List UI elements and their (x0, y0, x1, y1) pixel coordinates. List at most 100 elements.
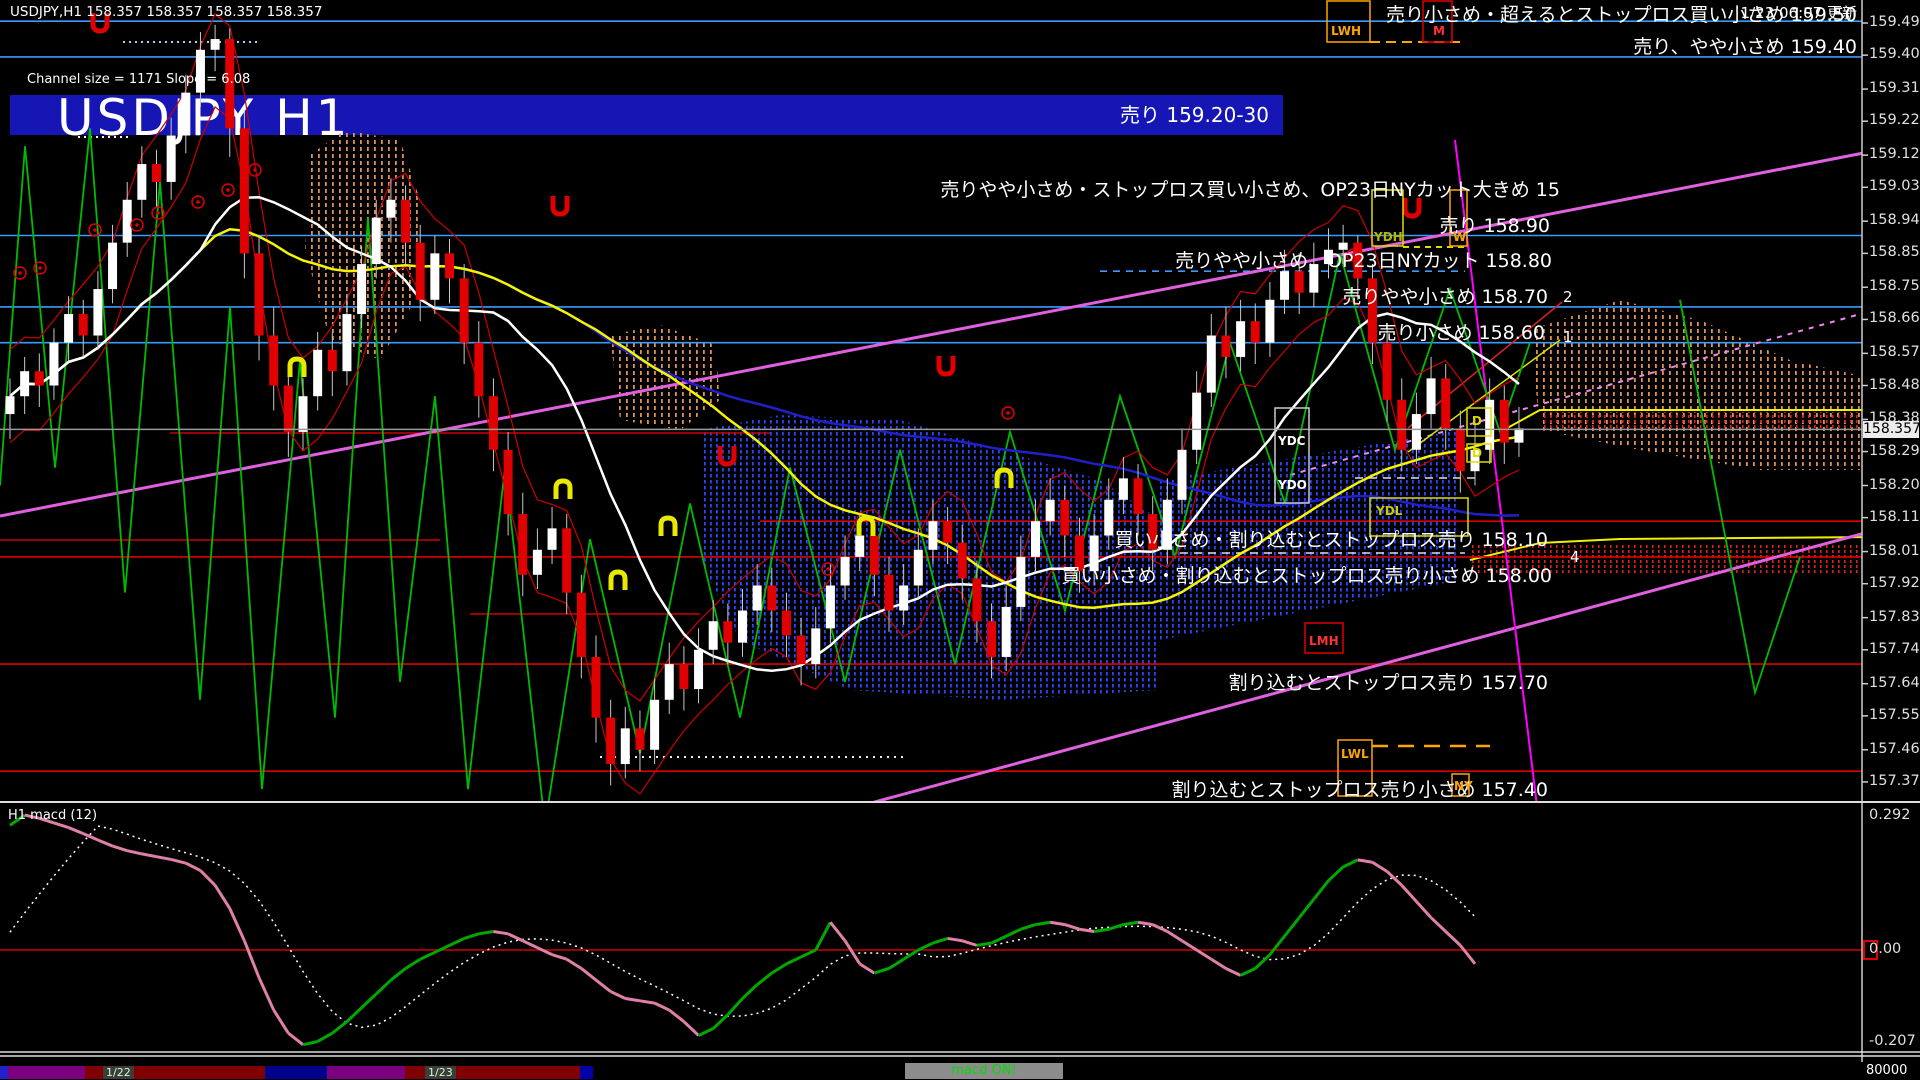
candle-body (1046, 500, 1055, 521)
macd-line-segment (1255, 955, 1270, 969)
macd-line-segment (157, 857, 172, 860)
price-axis-label: 159.220 (1869, 112, 1920, 128)
macd-line-segment (1153, 925, 1168, 932)
chart-object-label: YDL (1376, 504, 1402, 518)
candle-body (1500, 400, 1509, 443)
mt4-chart-window: USDJPY H1 売り 159.20-30 USDJPY,H1 158.357… (0, 0, 1920, 1080)
macd-line-segment (625, 999, 640, 1001)
price-annotation: 売りやや小さめ、OP23日NYカット 158.80 (1175, 246, 1552, 273)
chart-object-label: YDH (1374, 230, 1403, 244)
candle-body (181, 93, 190, 136)
macd-line-segment (435, 945, 450, 952)
candle-body (401, 200, 410, 243)
candle-body (606, 718, 615, 764)
candle-body (1427, 378, 1436, 414)
macd-line-segment (1109, 925, 1124, 930)
channel-info-label: Channel size = 1171 Slope = 6.08 (27, 72, 250, 87)
macd-line-segment (1431, 918, 1446, 932)
candle-body (592, 657, 601, 718)
ichimoku-cloud (1530, 300, 1880, 470)
candle-body (767, 586, 776, 611)
macd-line-segment (215, 885, 230, 908)
ohlc-readout: USDJPY,H1 158.357 158.357 158.357 158.35… (10, 4, 322, 20)
price-annotation: 売り、やや小さめ 159.40 (1633, 32, 1857, 59)
macd-toggle-button[interactable]: macd ON! (905, 1063, 1063, 1079)
macd-line-segment (537, 948, 552, 955)
candle-body (518, 514, 527, 575)
candle-body (1251, 321, 1260, 342)
price-axis-label: 159.035 (1869, 178, 1920, 194)
macd-line-segment (230, 908, 245, 940)
candle-body (782, 611, 791, 636)
macd-line-segment (830, 922, 845, 940)
macd-line-segment (1446, 932, 1461, 946)
chart-object-label: YDO (1278, 478, 1307, 492)
candle-body (855, 536, 864, 557)
macd-line-segment (523, 941, 538, 948)
macd-line-segment (420, 952, 435, 959)
candle-body (152, 164, 161, 182)
macd-line-segment (977, 943, 992, 945)
macd-line-segment (98, 840, 113, 846)
macd-line-segment (1167, 932, 1182, 941)
price-axis-label: 158.295 (1869, 443, 1920, 459)
macd-line-segment (1182, 941, 1197, 950)
price-axis-label: 159.495 (1869, 14, 1920, 30)
candle-body (211, 39, 220, 50)
candle-body (1119, 478, 1128, 499)
candle-body (1412, 414, 1421, 450)
candle-body (665, 664, 674, 700)
sell-dot-marker-center (18, 271, 22, 275)
sell-dot-marker-center (826, 567, 830, 571)
macd-line-segment (611, 992, 626, 999)
sell-dot-marker-center (93, 228, 97, 232)
price-axis-label: 159.125 (1869, 146, 1920, 162)
price-annotation: 買い小さめ・割り込むとストップロス売り小さめ 158.00 (1061, 561, 1552, 588)
macd-line-segment (1460, 945, 1475, 963)
macd-line-segment (713, 1015, 728, 1029)
sell-dot-marker-center (253, 168, 257, 172)
macd-line-segment (1138, 922, 1153, 924)
macd-line-segment (918, 943, 933, 950)
candle-body (533, 550, 542, 575)
macd-line-segment (303, 1041, 318, 1044)
candle-body (1221, 336, 1230, 357)
macd-line-segment (200, 871, 215, 886)
candle-body (1178, 450, 1187, 500)
channel-number-label: 4 (1570, 548, 1580, 566)
candle-body (20, 371, 29, 396)
macd-line-segment (992, 936, 1007, 943)
timeline-segment (580, 1066, 593, 1079)
candle-body (1060, 500, 1069, 536)
price-annotation: 買い小さめ・割り込むとストップロス売り 158.10 (1114, 525, 1548, 552)
candle-body (1002, 607, 1011, 657)
macd-line-segment (581, 968, 596, 980)
candle-body (723, 621, 732, 642)
macd-line-segment (874, 968, 889, 973)
macd-line-segment (743, 985, 758, 999)
candle-body (167, 136, 176, 182)
macd-line-segment (464, 934, 479, 939)
candle-body (1295, 271, 1304, 292)
candle-body (709, 621, 718, 650)
macd-line-segment (845, 941, 860, 964)
chart-object-label: YDC (1278, 434, 1305, 448)
macd-line-segment (684, 1022, 699, 1036)
candle-body (342, 314, 351, 371)
macd-line-segment (332, 1022, 347, 1034)
candle-body (679, 664, 688, 689)
candle-body (504, 450, 513, 514)
macd-line-segment (1241, 968, 1256, 975)
candle-body (284, 386, 293, 432)
candle-body (460, 278, 469, 342)
candle-body (870, 536, 879, 575)
chart-object-label: D (1472, 446, 1482, 460)
macd-line-segment (1006, 929, 1021, 936)
candle-body (137, 164, 146, 200)
macd-line-segment (1226, 968, 1241, 975)
macd-line-segment (1197, 950, 1212, 959)
candle-body (1280, 271, 1289, 300)
macd-line-segment (1329, 867, 1344, 881)
macd-line-segment (142, 854, 157, 857)
buy-arrow-icon (611, 572, 625, 590)
